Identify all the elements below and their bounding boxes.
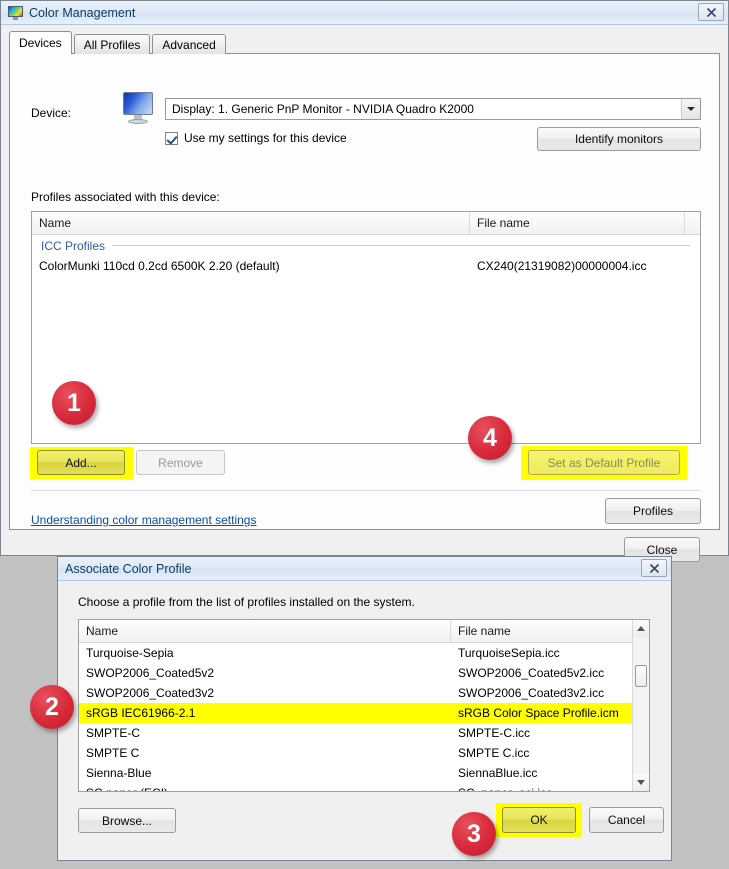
profile-list[interactable]: Name File name Turquoise-Sepia TurquoiseS… [78,619,650,792]
profile-file-name-cell: SMPTE-C.icc [458,726,530,740]
monitor-icon [121,92,155,124]
add-button-label: Add... [65,455,97,470]
table-row[interactable]: ColorMunki 110cd 0.2cd 6500K 2.20 (defau… [32,256,700,276]
scrollbar-thumb[interactable] [635,665,647,687]
tab-devices-label: Devices [19,36,62,50]
tab-advanced-label: Advanced [162,37,216,52]
use-my-settings-label: Use my settings for this device [184,131,347,145]
profile-file-name-cell: SWOP2006_Coated5v2.icc [458,666,605,680]
list-item[interactable]: SMPTE-C SMPTE-C.icc [79,723,649,743]
profile-file-name-cell: SiennaBlue.icc [458,766,538,780]
chevron-down-icon[interactable] [681,99,700,119]
window-title: Color Management [29,5,136,20]
associate-window-title: Associate Color Profile [65,561,192,576]
tab-devices[interactable]: Devices [9,31,72,54]
set-as-default-profile-button[interactable]: Set as Default Profile [528,450,680,475]
profile-name-cell: SMPTE-C [86,726,140,740]
profile-name-cell: Sienna-Blue [86,766,152,780]
close-button-label: Close [646,542,678,557]
scroll-down-arrow-icon[interactable] [633,774,649,791]
add-button[interactable]: Add... [37,450,125,475]
associated-profiles-header: Name File name [32,212,700,235]
profile-name-cell: SC paper (ECI) [79,786,451,791]
associate-titlebar: Associate Color Profile [58,557,671,581]
profile-file-name-cell: sRGB Color Space Profile.icm [458,706,619,720]
profile-name-cell: Turquoise-Sepia [86,646,174,660]
instruction-text: Choose a profile from the list of profil… [78,595,415,609]
tab-all-profiles-label: All Profiles [83,37,141,52]
remove-button[interactable]: Remove [136,450,225,475]
device-label: Device: [31,106,72,120]
annotation-badge-3: 3 [452,812,496,856]
srgb-list-row[interactable]: sRGB IEC61966-2.1 sRGB Color Space Profil… [79,703,649,723]
tab-advanced[interactable]: Advanced [152,34,226,54]
browse-button-label: Browse... [101,813,152,828]
profile-file-name-cell: SC_paper_eci.icc [451,786,634,791]
use-my-settings-checkbox[interactable]: Use my settings for this device [165,131,347,145]
identify-monitors-label: Identify monitors [574,132,664,146]
device-select[interactable]: Display: 1. Generic PnP Monitor - NVIDIA… [165,98,701,120]
list-item[interactable]: Turquoise-Sepia TurquoiseSepia.icc [79,643,649,663]
color-management-window: Color Management Devices All Profiles Ad… [0,0,729,562]
close-icon[interactable] [698,3,724,21]
identify-monitors-button[interactable]: Identify monitors [537,127,701,151]
profile-name-cell: SWOP2006_Coated3v2 [86,686,215,700]
profile-list-scrollbar[interactable] [632,620,649,791]
device-select-value: Display: 1. Generic PnP Monitor - NVIDIA… [172,102,474,116]
profile-file-name-cell: CX240(21319082)00000004.icc [477,259,647,273]
list-item[interactable]: Sienna-Blue SiennaBlue.icc [79,763,649,783]
tab-all-profiles[interactable]: All Profiles [73,34,151,54]
browse-button[interactable]: Browse... [78,808,176,833]
close-icon[interactable] [641,559,667,577]
profile-file-name-cell: SMPTE C.icc [458,746,530,760]
icc-profiles-group-header: ICC Profiles [32,235,700,256]
color-management-titlebar: Color Management [1,1,728,25]
profile-list-rows: Turquoise-Sepia TurquoiseSepia.icc SWOP200… [79,643,649,791]
associated-profiles-list[interactable]: Name File name ICC Profiles ColorMunki 1… [31,211,701,444]
ok-button[interactable]: OK [502,807,576,833]
list-item[interactable]: SWOP2006_Coated5v2 SWOP2006_Coated5v2.icc [79,663,649,683]
profiles-button[interactable]: Profiles [605,498,701,524]
list-item[interactable]: SC paper (ECI)SC_paper_eci.icc [79,783,649,791]
ok-button-label: OK [530,813,548,827]
associate-body: Choose a profile from the list of profil… [58,581,671,860]
color-monitor-icon [8,5,23,20]
profile-name-cell: SMPTE C [86,746,140,760]
checkbox-checkmark-icon [165,131,178,145]
list-item[interactable]: SMPTE C SMPTE C.icc [79,743,649,763]
devices-tab-panel: Device: Display: 1. Generic PnP Monitor … [9,53,720,530]
remove-button-label: Remove [158,455,203,470]
group-header-rule [112,245,690,246]
annotation-badge-1: 1 [52,381,96,425]
profile-name-cell: ColorMunki 110cd 0.2cd 6500K 2.20 (defau… [39,259,280,273]
divider [31,490,701,491]
scroll-up-arrow-icon[interactable] [633,620,649,637]
profiles-caption: Profiles associated with this device: [31,190,220,204]
profile-file-name-cell: SWOP2006_Coated3v2.icc [458,686,605,700]
cancel-button[interactable]: Cancel [589,807,664,833]
profile-list-header: Name File name [79,620,649,643]
tab-strip: Devices All Profiles Advanced [9,31,228,54]
column-header-file-name: File name [470,212,685,234]
annotation-badge-2: 2 [30,685,74,729]
column-header-name: Name [32,212,470,234]
profile-name-cell: SWOP2006_Coated5v2 [86,666,215,680]
list-item[interactable]: SWOP2006_Coated3v2 SWOP2006_Coated3v2.icc [79,683,649,703]
profiles-button-label: Profiles [632,504,673,518]
column-header-file-name: File name [451,620,634,642]
profile-name-cell: sRGB IEC61966-2.1 [86,706,196,720]
understanding-color-management-link[interactable]: Understanding color management settings [31,513,256,527]
column-header-name: Name [79,620,451,642]
profile-file-name-cell: TurquoiseSepia.icc [458,646,560,660]
column-header-spacer [685,212,700,234]
annotation-badge-4: 4 [468,416,512,460]
associate-color-profile-dialog: Associate Color Profile Choose a profile… [57,556,672,861]
cancel-button-label: Cancel [607,813,646,827]
color-management-body: Devices All Profiles Advanced Device: Di… [1,25,728,562]
set-as-default-profile-label: Set as Default Profile [547,455,661,470]
